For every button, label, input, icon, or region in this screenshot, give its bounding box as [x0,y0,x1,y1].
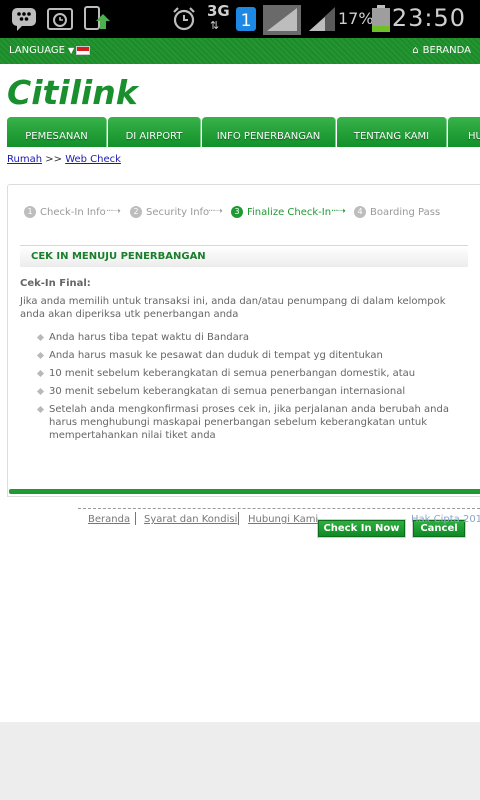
browser-bottom-area [0,722,480,800]
language-label: LANGUAGE [9,45,65,56]
breadcrumb-home[interactable]: Rumah [7,154,42,165]
breadcrumb: Rumah >> Web Check [7,154,121,165]
requirements-list: Anda harus tiba tepat waktu di Bandara A… [20,331,470,442]
alarm-icon [173,7,195,31]
breadcrumb-web-check[interactable]: Web Check [65,154,121,165]
list-item: 10 menit sebelum keberangkatan di semua … [20,367,470,380]
bullet-icon [36,333,45,342]
list-item: Setelah anda mengkonfirmasi proses cek i… [20,403,470,442]
language-selector[interactable]: LANGUAGE ▼ [9,45,74,56]
nav-pemesanan[interactable]: PEMESANAN [7,117,107,147]
check-in-now-button[interactable]: Check In Now [318,520,405,537]
footer-link-beranda[interactable]: Beranda [88,514,130,525]
copyright: Hak Cipta 2012 [411,514,480,525]
nav-info-penerbangan[interactable]: INFO PENERBANGAN [202,117,336,147]
section-content: Cek-In Final: Jika anda memilih untuk tr… [20,278,470,447]
main-nav: PEMESANAN DI AIRPORT INFO PENERBANGAN TE… [7,117,480,147]
step-label: Finalize Check-In [247,207,332,218]
list-item: 30 menit sebelum keberangkatan di semua … [20,385,470,398]
page: Citilink PEMESANAN DI AIRPORT INFO PENER… [0,64,480,722]
section-heading: CEK IN MENUJU PENERBANGAN [20,245,468,267]
messenger-icon [12,8,36,31]
data-arrows-icon: ⇅ [210,19,220,32]
list-item-text: Anda harus masuk ke pesawat dan duduk di… [49,350,383,361]
phone-upload-icon [84,6,110,30]
footer: Beranda Syarat dan Kondisi Hubungi Kami … [78,508,480,525]
dashed-arrow-icon: ···➝ [208,206,223,217]
list-item: Anda harus tiba tepat waktu di Bandara [20,331,470,344]
nav-hubungi[interactable]: HU [448,117,480,147]
breadcrumb-separator: >> [45,154,62,165]
check-in-panel: 1 Check-In Info ···➝ 2 Security Info ···➝ … [7,184,480,537]
section-subtitle: Cek-In Final: [20,278,91,289]
sim-icon: 1 [236,7,256,31]
footer-link-hubungi[interactable]: Hubungi Kami [248,514,318,525]
list-item: Anda harus masuk ke pesawat dan duduk di… [20,349,470,362]
nav-di-airport[interactable]: DI AIRPORT [108,117,201,147]
step-security-info: 2 Security Info [130,206,209,218]
list-item-text: 30 menit sebelum keberangkatan di semua … [49,386,406,397]
list-item-text: 10 menit sebelum keberangkatan di semua … [49,368,416,379]
signal-bars-icon [309,7,335,31]
top-bar: LANGUAGE ▼ ⌂ BERANDA [0,38,480,64]
alarm-clock-icon [47,8,73,30]
step-number: 1 [24,206,36,218]
signal-strength-icon [263,5,301,35]
home-icon: ⌂ [412,45,419,56]
svg-text:Citilink: Citilink [7,76,140,110]
step-number: 3 [231,206,243,218]
list-item-text: Anda harus tiba tepat waktu di Bandara [49,332,250,343]
battery-icon [372,5,390,32]
footer-link-syarat[interactable]: Syarat dan Kondisi [144,514,237,525]
panel-divider [9,489,480,494]
bullet-icon [36,387,45,396]
network-type: 3G [207,2,230,20]
dashed-arrow-icon: ···➝ [106,206,121,217]
indonesia-flag-icon[interactable] [76,46,90,55]
clock: 23:50 [391,4,466,32]
chevron-down-icon: ▼ [67,46,75,55]
bullet-icon [36,405,45,414]
step-number: 4 [354,206,366,218]
dashed-arrow-icon: ···➝ [331,206,346,217]
sim-number: 1 [241,11,252,31]
home-link-label: BERANDA [422,45,471,56]
step-number: 2 [130,206,142,218]
footer-separator [135,512,136,525]
footer-separator [238,512,239,525]
citilink-logo[interactable]: Citilink [7,73,153,114]
step-check-in-info: 1 Check-In Info [24,206,106,218]
nav-tentang-kami[interactable]: TENTANG KAMI [337,117,447,147]
section-intro: Jika anda memilih untuk transaksi ini, a… [20,296,446,320]
step-label: Check-In Info [40,207,106,218]
home-link[interactable]: ⌂ BERANDA [412,45,471,56]
step-boarding-pass: 4 Boarding Pass [354,206,440,218]
bullet-icon [36,369,45,378]
battery-percent: 17% [338,9,374,28]
step-finalize-check-in: 3 Finalize Check-In [231,206,331,218]
step-label: Security Info [146,207,210,218]
bullet-icon [36,351,45,360]
list-item-text: Setelah anda mengkonfirmasi proses cek i… [49,404,449,441]
status-bar: 3G ⇅ 1 17% 23:50 [0,0,480,38]
step-label: Boarding Pass [370,207,441,218]
